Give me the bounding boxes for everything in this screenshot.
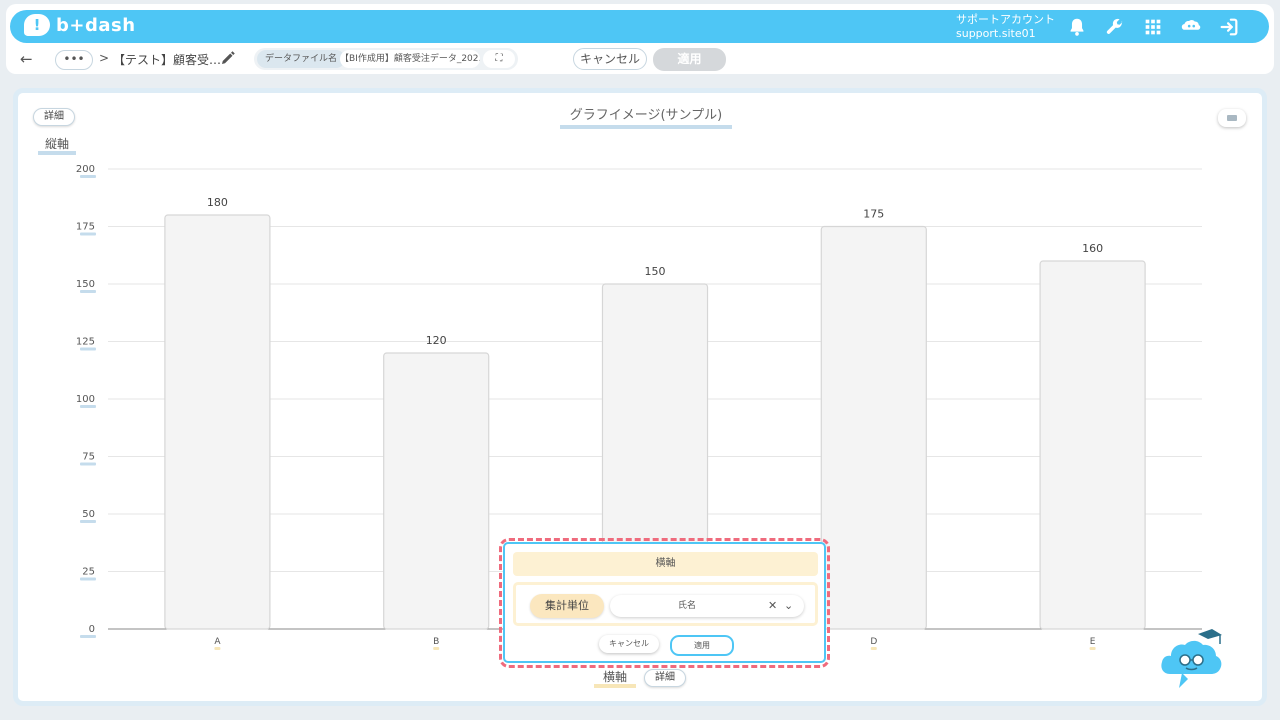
popup-heading: 横軸 [513,552,818,576]
y-tick-label: 200 [76,164,95,175]
y-tick-underline [80,462,96,466]
x-tick-underline [870,647,877,650]
y-tick-underline [80,347,96,351]
y-tick-underline [80,232,96,236]
y-tick-underline [80,577,96,581]
aggregation-row: 集計単位 氏名 ✕ ⌄ [513,582,818,626]
x-axis-settings-popup: 横軸 集計単位 氏名 ✕ ⌄ キャンセル 適用 [503,542,826,663]
y-tick-underline [80,290,96,293]
y-tick-label: 50 [82,509,95,520]
bar[interactable] [164,214,271,630]
y-tick-label: 125 [76,337,95,348]
bar[interactable] [820,225,927,630]
x-tick-underline [433,647,440,650]
x-tick-underline [1089,647,1096,650]
aggregation-select[interactable]: 氏名 ✕ ⌄ [610,595,804,617]
aggregation-label: 集計単位 [530,594,604,618]
y-tick-label: 175 [76,222,95,233]
data-label: 180 [207,196,228,209]
bar[interactable] [383,352,490,630]
x-tick-label: A [214,637,221,647]
y-tick-underline [80,175,96,178]
chevron-down-icon[interactable]: ⌄ [784,595,793,617]
y-tick-label: 150 [76,279,95,290]
popup-apply-button[interactable]: 適用 [670,635,734,656]
x-axis-button[interactable]: 横軸 [594,670,636,688]
y-tick-label: 0 [89,624,95,635]
data-label: 175 [863,208,884,221]
bar[interactable] [1039,260,1146,630]
y-tick-underline [80,405,96,408]
x-tick-label: E [1090,637,1096,647]
x-tick-underline [214,647,221,650]
x-axis-detail-button[interactable]: 詳細 [644,669,686,687]
y-tick-label: 100 [76,394,95,405]
y-tick-underline [80,635,96,638]
y-tick-label: 75 [82,452,95,463]
clear-icon[interactable]: ✕ [768,595,777,617]
data-label: 150 [645,265,666,278]
helper-mascot-icon[interactable] [1160,626,1226,692]
y-tick-label: 25 [82,567,95,578]
data-label: 120 [426,334,447,347]
popup-cancel-button[interactable]: キャンセル [599,635,659,653]
x-tick-label: D [870,637,877,647]
data-label: 160 [1082,242,1103,255]
y-tick-underline [80,520,96,523]
x-tick-label: B [433,637,439,647]
aggregation-value: 氏名 [677,601,696,611]
